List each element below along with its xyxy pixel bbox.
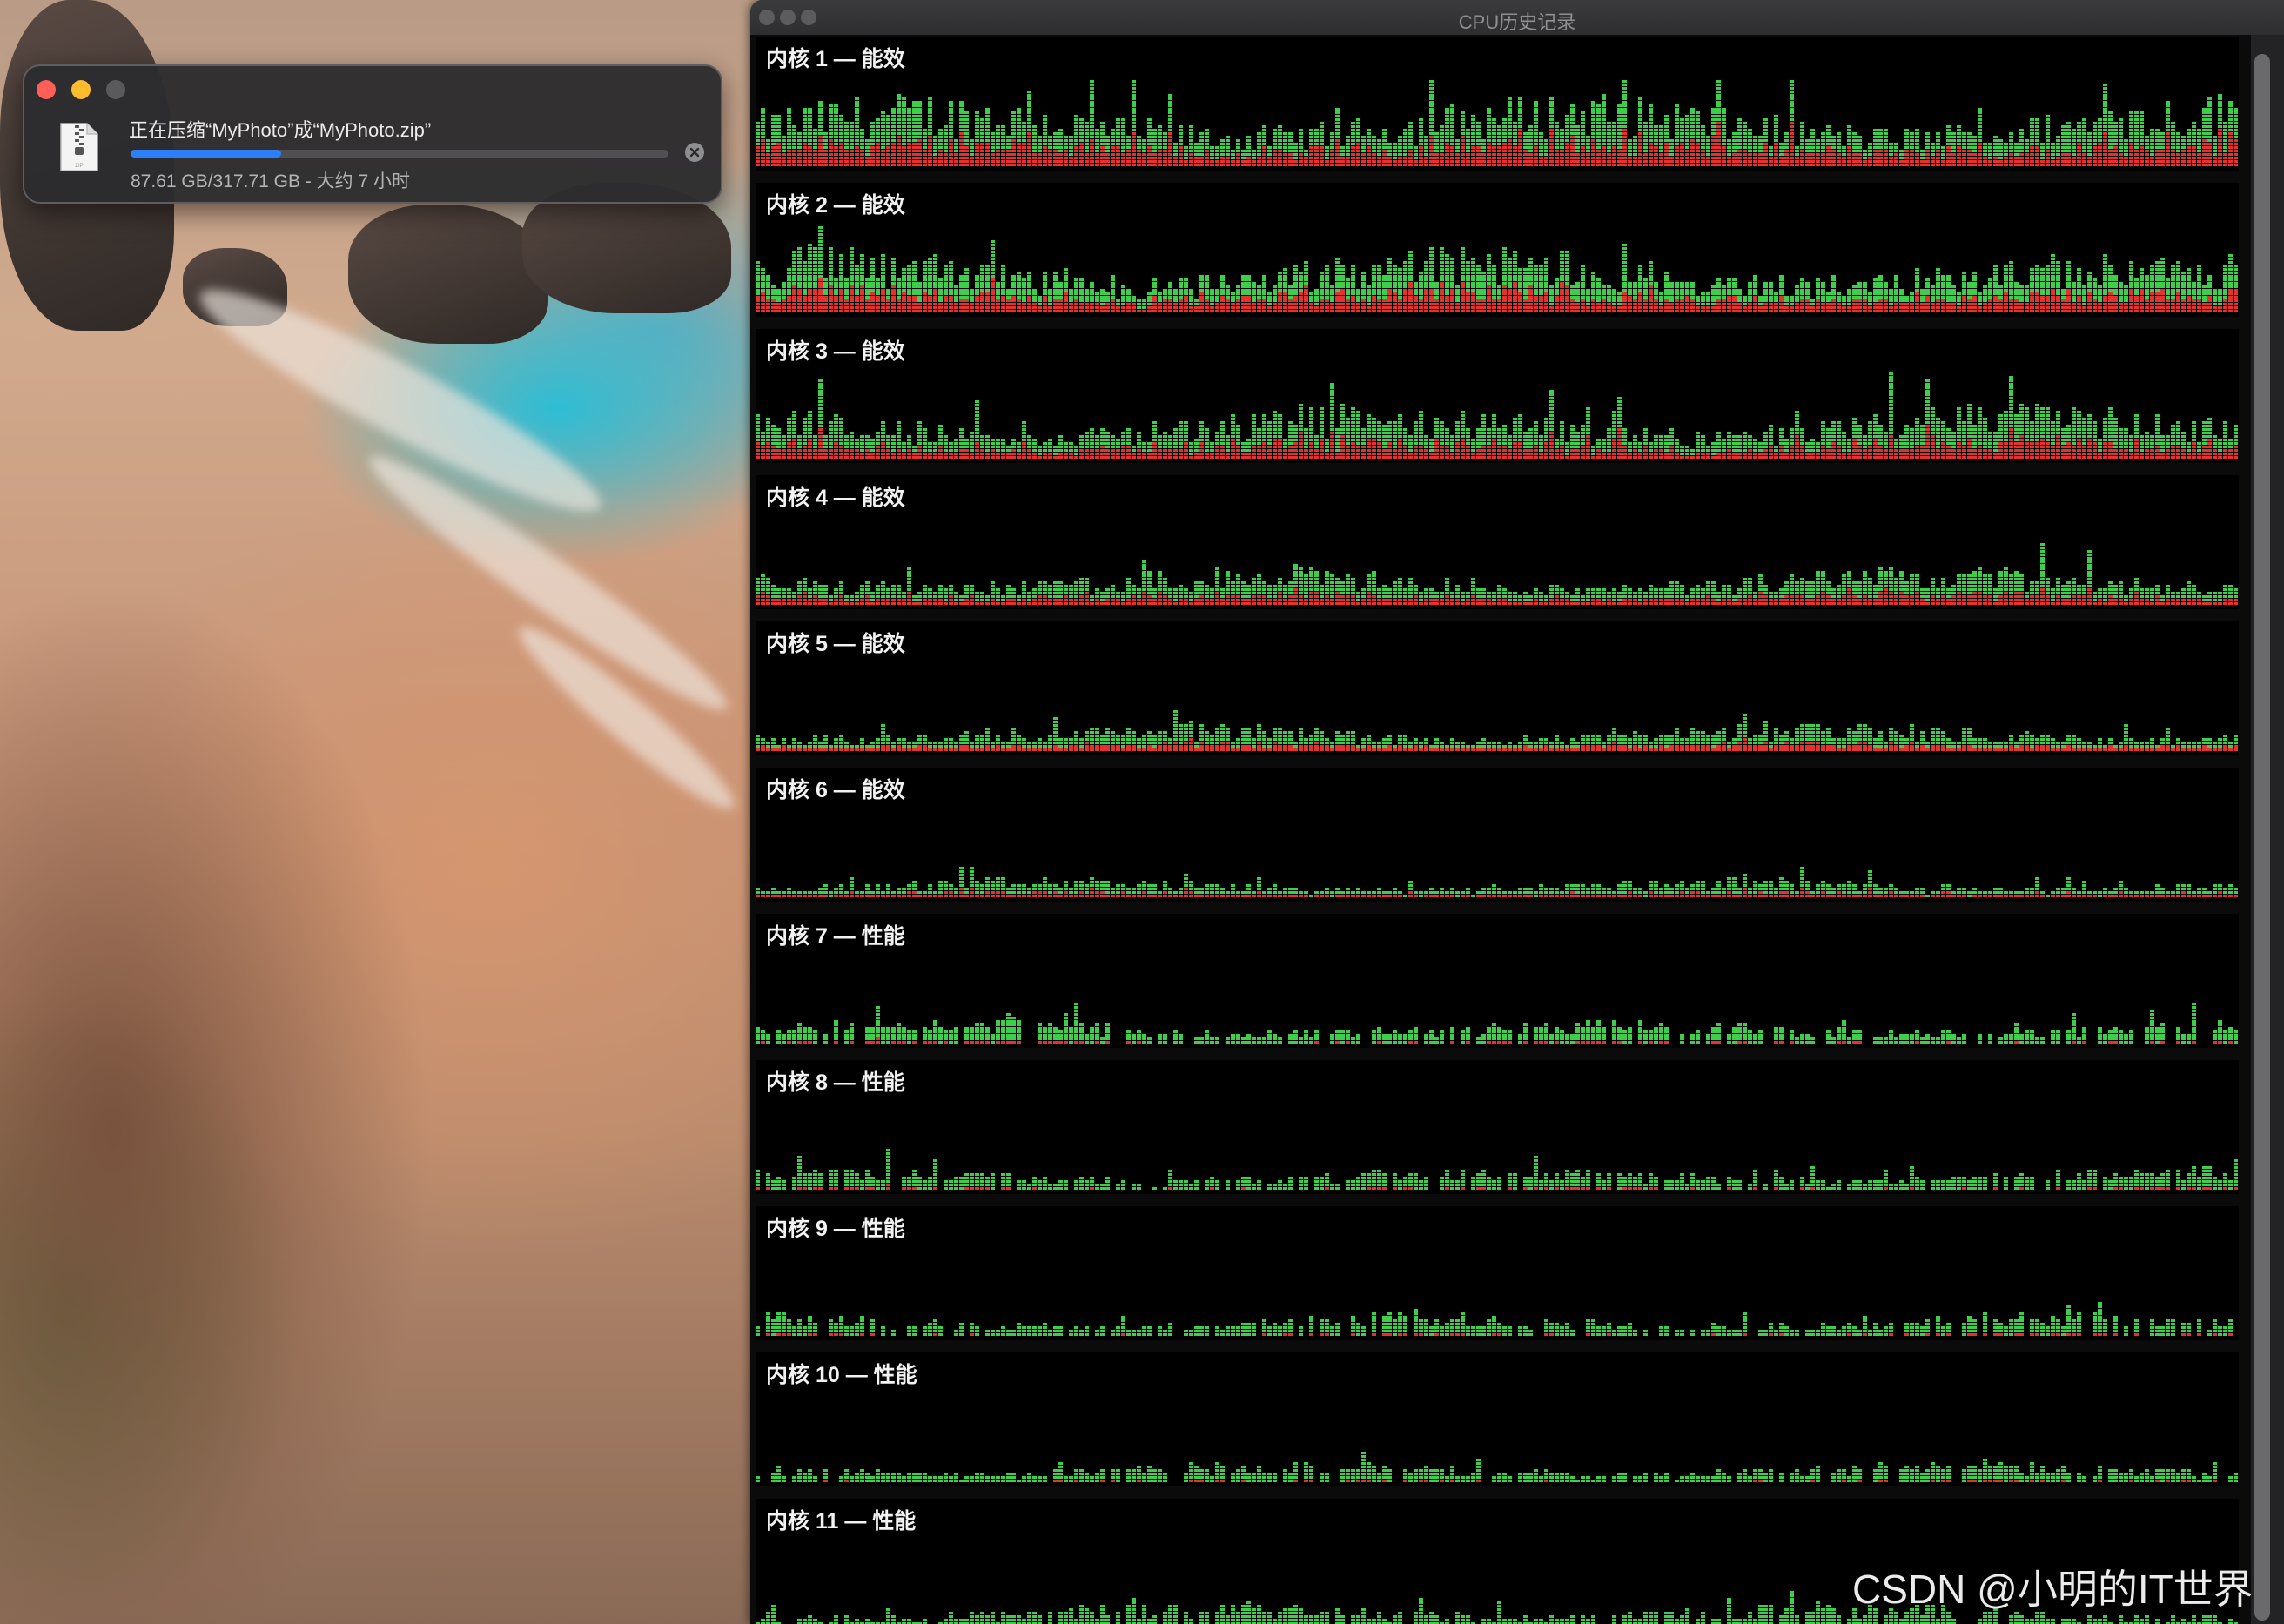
close-button[interactable]: [37, 80, 56, 99]
user-load-bars: [756, 710, 2238, 748]
core-label: 内核 1 — 能效: [766, 47, 905, 71]
cancel-icon[interactable]: [684, 142, 705, 163]
core-history-graph: [756, 543, 2238, 605]
core-label: 内核 7 — 性能: [766, 924, 905, 949]
core-history-graph: [756, 867, 2238, 897]
dialog-title: 正在压缩“MyPhoto”成“MyPhoto.zip”: [129, 119, 432, 141]
progress-status: 87.61 GB/317.71 GB - 大约 7 小时: [131, 171, 410, 191]
core-panel: 内核 8 — 性能: [756, 1060, 2239, 1194]
core-history-graph: [756, 372, 2238, 459]
core-label: 内核 4 — 能效: [766, 486, 905, 510]
core-panel: 内核 1 — 能效: [756, 37, 2239, 171]
core-history-graph: [756, 710, 2238, 751]
core-panel: 内核 7 — 性能: [756, 914, 2239, 1048]
core-label: 内核 10 — 性能: [766, 1363, 917, 1387]
core-history-graph: [756, 1149, 2238, 1190]
core-panel: 内核 9 — 性能: [756, 1206, 2239, 1340]
core-panel: 内核 6 — 能效: [756, 768, 2239, 902]
window-title: CPU历史记录: [1458, 11, 1576, 33]
user-load-bars: [756, 1302, 2233, 1336]
core-label: 内核 9 — 性能: [766, 1217, 905, 1241]
core-panel: 内核 4 — 能效: [756, 475, 2239, 609]
core-history-graph: [756, 1302, 2233, 1336]
core-panel: 内核 3 — 能效: [756, 329, 2239, 463]
core-history-graph: [756, 1452, 2238, 1482]
core-label: 内核 5 — 能效: [766, 632, 905, 656]
zip-file-icon: ZIP: [60, 123, 98, 171]
user-load-bars: [756, 1149, 2238, 1190]
core-label: 内核 2 — 能效: [766, 193, 905, 218]
rock-formation: [348, 205, 548, 344]
scroll-thumb[interactable]: [2254, 54, 2270, 1621]
core-history-graph: [756, 1003, 2238, 1044]
svg-text:ZIP: ZIP: [75, 164, 83, 169]
core-history-graph: [756, 226, 2238, 312]
progress-fill: [131, 150, 282, 158]
core-panel: 内核 10 — 性能: [756, 1352, 2239, 1486]
compression-dialog: ZIP 正在压缩“MyPhoto”成“MyPhoto.zip” 87.61 GB…: [23, 64, 722, 204]
core-label: 内核 6 — 能效: [766, 778, 905, 802]
core-label: 内核 3 — 能效: [766, 339, 905, 364]
user-load-bars: [756, 867, 2238, 897]
core-panel: 内核 2 — 能效: [756, 183, 2239, 317]
user-load-bars: [756, 1452, 2238, 1482]
watermark: CSDN @小明的IT世界: [1852, 1567, 2254, 1612]
core-history-graph: [756, 80, 2238, 166]
minimize-button[interactable]: [71, 80, 91, 99]
core-panel: 内核 5 — 能效: [756, 621, 2239, 755]
cpu-history-window: CPU历史记录 内核 1 — 能效 内核 2 — 能效 内核 3 — 能效 内核 4 …: [750, 0, 2284, 1624]
user-load-bars: [756, 1003, 2238, 1044]
progress-bar: [131, 150, 668, 158]
core-label: 内核 8 — 性能: [766, 1070, 905, 1095]
zoom-button[interactable]: [106, 80, 125, 99]
window-titlebar: CPU历史记录: [750, 0, 2284, 35]
core-label: 内核 11 — 性能: [766, 1509, 917, 1533]
